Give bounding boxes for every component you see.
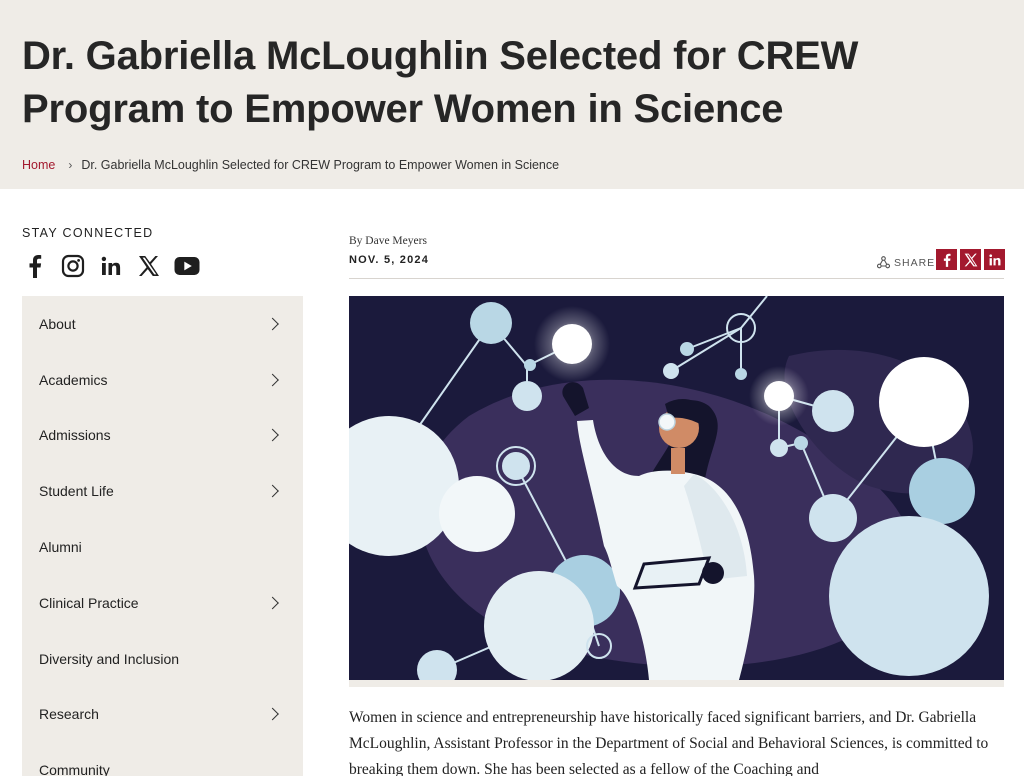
- chevron-right-icon[interactable]: [266, 373, 279, 387]
- chevron-right-icon[interactable]: [266, 429, 279, 442]
- sidebar-item-label: Student Life: [39, 483, 114, 500]
- article-byline: By Dave Meyers: [349, 235, 427, 247]
- social-links: [22, 253, 212, 279]
- sidebar-item-admissions[interactable]: Admissions: [22, 408, 303, 464]
- linkedin-icon[interactable]: [98, 253, 124, 279]
- sidebar-item-label: Alumni: [39, 539, 82, 556]
- share-label: SHARE: [877, 256, 935, 269]
- page-title: Dr. Gabriella McLoughlin Selected for CR…: [22, 34, 859, 131]
- page-header: Dr. Gabriella McLoughlin Selected for CR…: [0, 0, 1024, 189]
- sidebar-item-label: Community: [39, 762, 110, 776]
- sidebar-item-student-life[interactable]: Student Life: [22, 463, 303, 519]
- breadcrumb: Home › Dr. Gabriella McLoughlin Selected…: [22, 158, 559, 172]
- article-body-paragraph: Women in science and entrepreneurship ha…: [349, 709, 989, 776]
- stay-connected-heading: STAY CONNECTED: [22, 226, 154, 240]
- share-text: SHARE: [894, 256, 936, 269]
- chevron-right-icon[interactable]: [266, 708, 279, 721]
- sidebar-item-diversity-and-inclusion[interactable]: Diversity and Inclusion: [22, 631, 303, 687]
- breadcrumb-separator: ›: [68, 158, 73, 172]
- chevron-right-icon[interactable]: [266, 596, 279, 610]
- share-buttons: [936, 249, 1008, 270]
- share-linkedin-button[interactable]: [984, 249, 1005, 270]
- x-icon: [964, 253, 977, 266]
- sidebar-item-label: Academics: [39, 371, 108, 388]
- chevron-right-icon[interactable]: [266, 317, 279, 331]
- x-icon[interactable]: [136, 253, 162, 279]
- youtube-icon[interactable]: [174, 253, 200, 279]
- sidebar-item-academics[interactable]: Academics: [22, 352, 303, 408]
- share-facebook-button[interactable]: [936, 249, 957, 270]
- breadcrumb-home-link[interactable]: Home: [22, 158, 55, 172]
- article-illustration: [349, 296, 1004, 680]
- sidebar-item-label: About: [39, 315, 76, 332]
- image-caption-bar: [349, 680, 1004, 687]
- instagram-icon[interactable]: [60, 253, 86, 279]
- divider: [349, 278, 1004, 279]
- facebook-icon[interactable]: [22, 253, 48, 279]
- article-date: NOV. 5, 2024: [349, 254, 430, 266]
- sidebar-item-label: Admissions: [39, 427, 111, 444]
- sidebar-item-clinical-practice[interactable]: Clinical Practice: [22, 575, 303, 631]
- sidebar-item-label: Research: [39, 706, 99, 723]
- sidebar-item-community[interactable]: Community: [22, 742, 303, 776]
- sidebar-item-label: Diversity and Inclusion: [39, 650, 180, 667]
- sidebar-nav: About Academics Admissions Student Life …: [22, 296, 303, 776]
- facebook-icon: [943, 253, 951, 267]
- linkedin-icon: [988, 253, 1000, 265]
- share-icon: [877, 256, 890, 269]
- share-x-button[interactable]: [960, 249, 981, 270]
- sidebar-item-research[interactable]: Research: [22, 687, 303, 743]
- breadcrumb-current: Dr. Gabriella McLoughlin Selected for CR…: [81, 158, 560, 172]
- sidebar-item-alumni[interactable]: Alumni: [22, 519, 303, 575]
- sidebar-item-label: Clinical Practice: [39, 594, 139, 611]
- sidebar-item-about[interactable]: About: [22, 296, 303, 352]
- chevron-right-icon[interactable]: [266, 484, 279, 498]
